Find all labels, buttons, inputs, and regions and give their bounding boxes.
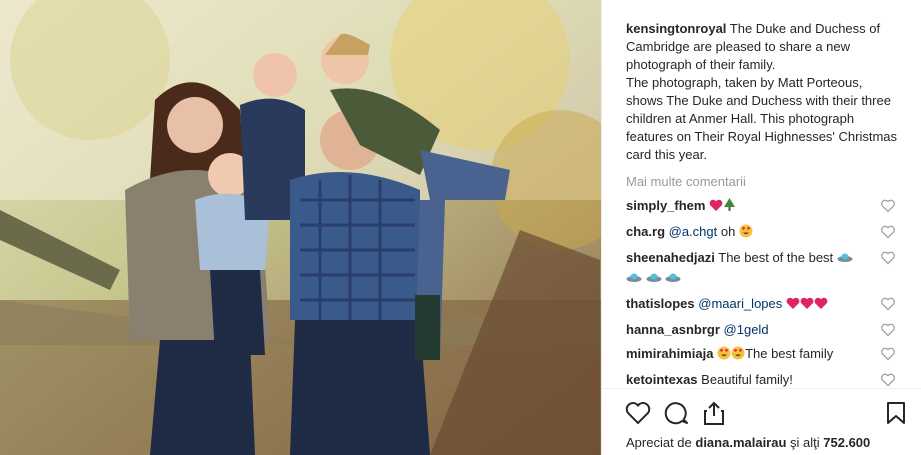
christmas-tree-emoji-icon [723,198,736,217]
likes-count[interactable]: 752.600 [823,435,870,450]
likes-prefix: Apreciat de [626,435,696,450]
post-caption: kensingtonroyal The Duke and Duchess of … [602,0,921,168]
comment-item: simply_fhem [626,194,921,220]
heart-eyes-emoji-icon [739,224,753,243]
comment-username[interactable]: sheenahedjazi [626,250,715,265]
comment-item: mimirahimiaja The best family [626,342,921,368]
comment-text: Beautiful family! [697,372,793,387]
ufo-emoji-icon [626,271,642,289]
comment-mention[interactable]: @1geld [724,322,769,337]
heart-icon[interactable] [624,399,652,427]
heart-emoji-icon [800,297,814,315]
caption-text-2: The photograph, taken by Matt Porteous, … [626,75,898,162]
comment-like-heart-icon[interactable] [881,199,895,213]
bookmark-icon[interactable] [882,399,910,427]
comment-text: oh [717,224,739,239]
comment-like-heart-icon[interactable] [881,225,895,239]
likes-username[interactable]: diana.malairau [695,435,786,450]
comment-username[interactable]: cha.rg [626,224,665,239]
comment-text: The best family [745,346,834,361]
ufo-emoji-icon [646,271,662,289]
family-photo-illustration [0,0,601,455]
post-sidebar: kensingtonroyal The Duke and Duchess of … [601,0,921,455]
comment-username[interactable]: mimirahimiaja [626,346,713,361]
comment-like-heart-icon[interactable] [881,373,895,387]
heart-eyes-emoji-icon [717,346,731,365]
ufo-emoji-icon [665,271,681,289]
comment-username[interactable]: ketointexas [626,372,698,387]
comment-username[interactable]: hanna_asnbrgr [626,322,720,337]
comment-item: sheenahedjazi The best of the best [626,246,921,292]
post-photo[interactable] [0,0,601,455]
caption-username[interactable]: kensingtonroyal [626,21,726,36]
ufo-emoji-icon [837,251,853,269]
comment-icon[interactable] [662,399,690,427]
comment-item: cha.rg @a.chgt oh [626,220,921,246]
comment-username[interactable]: simply_fhem [626,198,705,213]
likes-suffix: şi alţi [786,435,824,450]
post-actions: Apreciat de diana.malairau şi alţi 752.6… [602,388,921,455]
comment-item: hanna_asnbrgr @1geld [626,318,921,342]
heart-emoji-icon [786,297,800,315]
heart-emoji-icon [709,199,723,217]
likes-summary: Apreciat de diana.malairau şi alţi 752.6… [602,429,921,450]
comment-mention[interactable]: @maari_lopes [698,296,782,311]
comment-like-heart-icon[interactable] [881,323,895,337]
comment-text: The best of the best [714,250,837,265]
comment-like-heart-icon[interactable] [881,297,895,311]
comment-item: thatislopes @maari_lopes [626,292,921,318]
share-icon[interactable] [700,399,728,427]
comment-username[interactable]: thatislopes [626,296,695,311]
more-comments-link[interactable]: Mai multe comentarii [602,168,921,194]
heart-emoji-icon [814,297,828,315]
comment-like-heart-icon[interactable] [881,251,895,265]
comment-like-heart-icon[interactable] [881,347,895,361]
comment-list: simply_fhem cha.rg @a.chgt oh sheenahedj… [602,194,921,392]
heart-eyes-emoji-icon [731,346,745,365]
comment-mention[interactable]: @a.chgt [669,224,718,239]
